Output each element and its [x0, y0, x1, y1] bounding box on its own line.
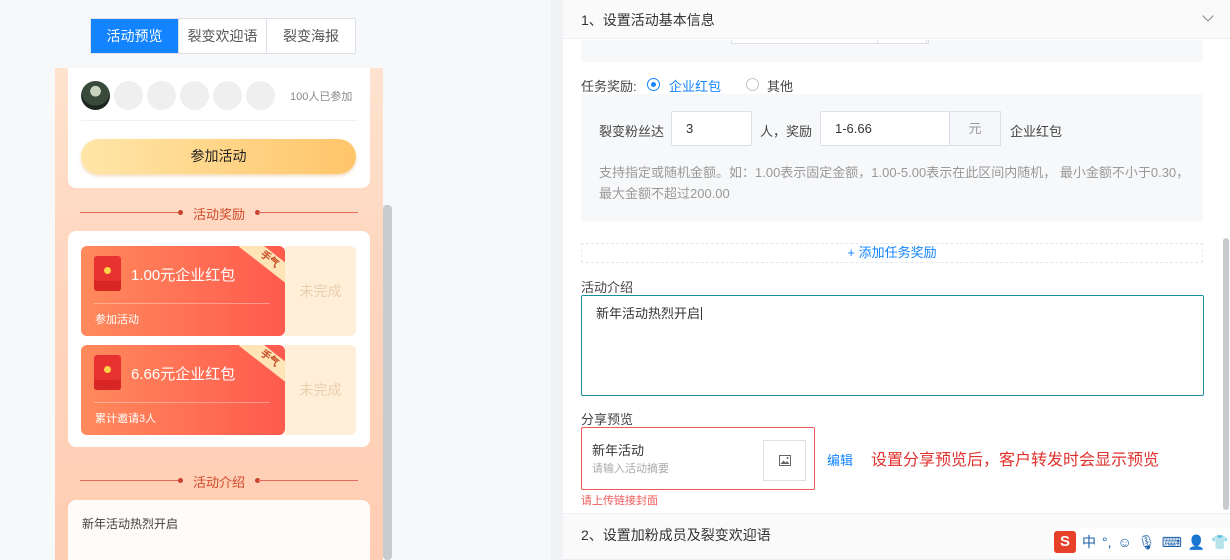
red-packet-icon: [94, 256, 121, 291]
reward-condition: 累计邀请3人: [95, 413, 157, 425]
radio-label-other[interactable]: 其他: [767, 76, 793, 95]
intro-card: 新年活动热烈开启: [68, 500, 370, 560]
divider: [94, 303, 270, 304]
prev-section-box: [581, 40, 1203, 62]
join-activity-button[interactable]: 参加活动: [81, 139, 356, 174]
edit-share-link[interactable]: 编辑: [827, 450, 853, 469]
skin-icon[interactable]: 👕: [1211, 534, 1228, 551]
rule-suffix: 企业红包: [1010, 124, 1063, 139]
lucky-ribbon: 手气: [238, 246, 285, 287]
joined-count: 100人已参加: [290, 91, 353, 103]
reward-condition: 参加活动: [95, 314, 139, 326]
microphone-icon[interactable]: 🎙: [1138, 534, 1156, 551]
rewards-section-title: 活动奖励: [55, 204, 383, 223]
avatar: [81, 81, 110, 110]
avatar-placeholder: [246, 81, 275, 110]
intro-textarea-value: 新年活动热烈开启: [596, 303, 703, 322]
preview-tabs: 活动预览 裂变欢迎语 裂变海报: [90, 18, 356, 54]
tab-fission-welcome[interactable]: 裂变欢迎语: [179, 19, 267, 53]
preview-scrollbar[interactable]: [383, 205, 392, 560]
emoji-icon[interactable]: ☺: [1118, 534, 1132, 550]
intro-text: 新年活动热烈开启: [82, 517, 179, 531]
reward-amount: 6.66元企业红包: [131, 366, 236, 383]
participants-card: 100人已参加 参加活动: [68, 68, 370, 188]
add-task-reward-button[interactable]: + 添加任务奖励: [581, 243, 1203, 263]
task-reward-label: 任务奖励:: [581, 79, 637, 94]
lucky-ribbon: 手气: [238, 345, 285, 386]
cut-off-addon: [877, 40, 927, 44]
phone-preview: 100人已参加 参加活动 活动奖励 1.00元企业红包 参加活动 手气 未完成 …: [55, 68, 383, 560]
preview-panel: 活动预览 裂变欢迎语 裂变海报 100人已参加 参加活动 活动奖励 1.00元企…: [0, 0, 551, 560]
step1-header[interactable]: 1、设置活动基本信息: [563, 0, 1230, 39]
intro-label: 活动介绍: [581, 280, 634, 295]
chevron-down-icon[interactable]: [1202, 10, 1214, 22]
decor-dot: [178, 478, 183, 483]
intro-title-text: 活动介绍: [192, 475, 245, 490]
settings-panel: 1、设置活动基本信息 任务奖励: 企业红包 其他 裂变粉丝达 3 人，奖励 1-…: [563, 0, 1230, 560]
amount-hint: 支持指定或随机金额。如：1.00表示固定金额，1.00-5.00表示在此区间内随…: [599, 165, 1190, 201]
avatar-placeholder: [180, 81, 209, 110]
divider: [94, 402, 270, 403]
user-icon[interactable]: 👤: [1188, 534, 1205, 551]
reward-amount: 1.00元企业红包: [131, 267, 236, 284]
reward-item: 1.00元企业红包 参加活动 手气: [81, 246, 285, 336]
decor-dot: [178, 210, 183, 215]
reward-status: 未完成: [285, 246, 356, 336]
settings-scrollbar[interactable]: [1223, 238, 1229, 510]
text-caret: [701, 307, 703, 320]
avatar-placeholder: [213, 81, 242, 110]
reward-amount-input[interactable]: 1-6.66: [820, 111, 950, 146]
tab-fission-poster[interactable]: 裂变海报: [267, 19, 355, 53]
rewards-card: 1.00元企业红包 参加活动 手气 未完成 6.66元企业红包 累计邀请3人 手…: [68, 231, 370, 447]
radio-enterprise-redpacket[interactable]: [647, 78, 660, 91]
step2-title: 2、设置加粉成员及裂变欢迎语: [581, 527, 771, 543]
reward-status: 未完成: [285, 345, 356, 435]
ime-toolbar: S 中 °, ☺ 🎙 ⌨ 👤 👕: [1050, 528, 1230, 556]
share-note: 设置分享预览后，客户转发时会显示预览: [871, 452, 1160, 469]
sogou-logo-icon[interactable]: S: [1054, 531, 1076, 553]
ime-punct[interactable]: °,: [1102, 534, 1112, 550]
rule-mid: 人，奖励: [760, 124, 813, 139]
reward-item: 6.66元企业红包 累计邀请3人 手气: [81, 345, 285, 435]
decor-line: [258, 212, 358, 213]
share-error-text: 请上传链接封面: [581, 495, 658, 507]
step1-title: 1、设置活动基本信息: [581, 12, 715, 28]
share-cover-upload[interactable]: [763, 440, 806, 481]
decor-line: [80, 480, 180, 481]
image-icon: [779, 455, 791, 466]
intro-value-text: 新年活动热烈开启: [596, 306, 701, 321]
share-preview-label: 分享预览: [581, 412, 634, 427]
share-preview-card[interactable]: 新年活动 请输入活动摘要: [581, 427, 815, 490]
rewards-title-text: 活动奖励: [192, 207, 245, 222]
intro-textarea[interactable]: 新年活动热烈开启: [581, 295, 1204, 396]
share-summary: 请输入活动摘要: [592, 463, 669, 475]
share-title: 新年活动: [592, 443, 645, 458]
unit-addon: 元: [950, 111, 1001, 146]
radio-label-enterprise-redpacket[interactable]: 企业红包: [669, 76, 721, 95]
divider: [81, 120, 357, 121]
tab-activity-preview[interactable]: 活动预览: [91, 19, 179, 53]
ime-mode[interactable]: 中: [1082, 532, 1096, 552]
red-packet-icon: [94, 355, 121, 390]
rule-prefix: 裂变粉丝达: [599, 124, 665, 139]
avatar-placeholder: [114, 81, 143, 110]
intro-section-title: 活动介绍: [55, 472, 383, 491]
decor-line: [258, 480, 358, 481]
radio-other[interactable]: [746, 78, 759, 91]
decor-line: [80, 212, 180, 213]
keyboard-icon[interactable]: ⌨: [1162, 534, 1182, 551]
participant-avatars: [81, 81, 275, 110]
avatar-placeholder: [147, 81, 176, 110]
fans-count-input[interactable]: 3: [671, 111, 752, 146]
